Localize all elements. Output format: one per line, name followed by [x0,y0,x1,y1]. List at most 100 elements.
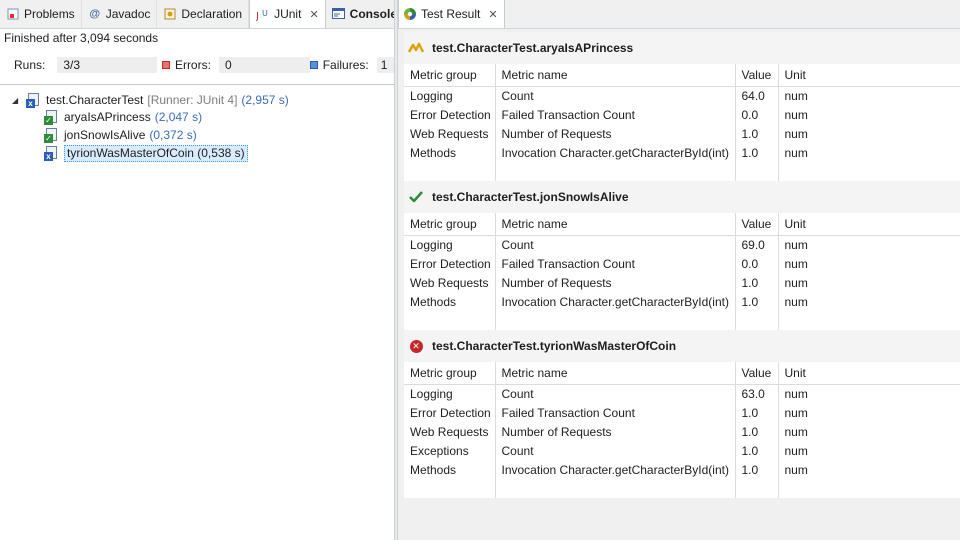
failures-counter: Failures: 1 [310,55,394,75]
metric-unit: num [784,462,808,477]
metrics-table: Metric group Metric name Value Unit Logg… [404,64,960,181]
metric-unit: num [784,107,808,122]
metric-value: 1.0 [735,124,779,143]
collapse-triangle-icon[interactable]: ◢ [12,96,22,105]
failure-icon [310,61,318,69]
junit-icon: JU [256,7,270,21]
test-result-view: Test Result ✕ test.CharacterTest.aryaIsA… [398,0,960,540]
test-passed-icon: ✓ [44,109,60,125]
metric-group: Web Requests [404,422,496,441]
column-header-value: Value [735,213,779,236]
metric-group: Logging [404,86,496,105]
table-header-row: Metric group Metric name Value Unit [404,213,960,236]
column-header-group: Metric group [404,362,496,385]
failures-label: Failures: [322,58,369,72]
metric-name: Number of Requests [495,124,736,143]
test-time: (0,372 s) [149,128,197,142]
tree-item-aryaisaprincess[interactable]: ✓ aryaIsAPrincess (2,047 s) [44,108,202,126]
test-progress-separator [0,84,394,90]
metric-value: 0.0 [735,254,779,273]
table-row: Methods Invocation Character.getCharacte… [404,292,960,311]
metric-value: 63.0 [735,384,779,403]
tab-problems-label: Problems [24,6,75,21]
table-row: Logging Count 69.0 num [404,235,960,254]
table-header-row: Metric group Metric name Value Unit [404,64,960,87]
metric-group: Logging [404,235,496,254]
suite-name: test.CharacterTest [46,93,144,107]
right-tab-bar: Test Result ✕ [398,0,960,29]
test-name: aryaIsAPrincess [64,110,151,124]
column-header-group: Metric group [404,64,496,87]
metric-value: 1.0 [735,441,779,460]
tree-root-row[interactable]: ◢ x test.CharacterTest [Runner: JUnit 4]… [12,91,289,109]
tab-test-result-label: Test Result [421,7,481,21]
metric-name: Invocation Character.getCharacterById(in… [495,292,736,311]
metric-group: Methods [404,143,496,162]
metric-unit: num [784,424,808,439]
result-section-tyrionwasmasterofcoin: ✕ test.CharacterTest.tyrionWasMasterOfCo… [404,330,960,498]
table-row: Error Detection Failed Transaction Count… [404,254,960,273]
section-title: test.CharacterTest.jonSnowIsAlive [432,190,629,204]
table-row: Methods Invocation Character.getCharacte… [404,460,960,479]
suite-time: (2,957 s) [241,93,289,107]
error-icon [162,61,170,69]
errors-label: Errors: [174,58,211,72]
check-icon [408,189,424,205]
selected-test-label[interactable]: tyrionWasMasterOfCoin (0,538 s) [64,144,248,162]
metric-name: Failed Transaction Count [495,403,736,422]
metric-unit: num [784,386,808,401]
tab-declaration[interactable]: Declaration [157,0,250,28]
metric-value: 1.0 [735,273,779,292]
test-passed-icon: ✓ [44,127,60,143]
metric-group: Logging [404,384,496,403]
tab-problems[interactable]: Problems [0,0,82,28]
metric-unit: num [784,256,808,271]
metric-value: 1.0 [735,422,779,441]
junit-view: Problems @ Javadoc Declaration JU JUnit … [0,0,404,540]
table-row: Error Detection Failed Transaction Count… [404,403,960,422]
tree-item-jonsnowisalive[interactable]: ✓ jonSnowIsAlive (0,372 s) [44,126,197,144]
column-header-name: Metric name [495,362,736,385]
console-icon [332,7,346,21]
metric-value: 69.0 [735,235,779,254]
test-result-icon [403,7,417,21]
metric-value: 64.0 [735,86,779,105]
table-row: Error Detection Failed Transaction Count… [404,105,960,124]
test-failed-icon: x [44,145,60,161]
table-header-row: Metric group Metric name Value Unit [404,362,960,385]
tab-console-label: Console [349,6,397,21]
table-row: Web Requests Number of Requests 1.0 num [404,124,960,143]
metric-value: 1.0 [735,143,779,162]
tab-junit[interactable]: JU JUnit ✕ [249,0,326,28]
test-time: (0,538 s) [197,145,245,160]
close-icon[interactable]: ✕ [488,8,497,21]
tab-console[interactable]: Console [326,0,404,28]
section-header: test.CharacterTest.aryaIsAPrincess [404,32,960,64]
test-name: jonSnowIsAlive [64,128,146,142]
result-section-jonsnowisalive: test.CharacterTest.jonSnowIsAlive Metric… [404,181,960,330]
problems-icon [6,7,20,21]
metrics-table: Metric group Metric name Value Unit Logg… [404,213,960,330]
metric-name: Invocation Character.getCharacterById(in… [495,460,736,479]
metric-name: Invocation Character.getCharacterById(in… [495,143,736,162]
tab-test-result[interactable]: Test Result ✕ [398,0,505,28]
column-header-unit: Unit [778,213,960,236]
table-spacer [404,162,960,181]
metric-name: Count [495,441,736,460]
result-section-aryaisaprincess: test.CharacterTest.aryaIsAPrincess Metri… [404,32,960,181]
metric-unit: num [784,237,808,252]
metric-group: Error Detection [404,105,496,124]
column-header-value: Value [735,362,779,385]
table-row: Methods Invocation Character.getCharacte… [404,143,960,162]
metric-group: Error Detection [404,254,496,273]
errors-counter: Errors: 0 [160,55,310,75]
section-header: test.CharacterTest.jonSnowIsAlive [404,181,960,213]
svg-text:J: J [256,11,259,21]
close-icon[interactable]: ✕ [309,8,318,21]
error-icon: ✕ [408,338,424,354]
tab-javadoc[interactable]: @ Javadoc [82,0,158,28]
tree-item-tyrionwasmasterofcoin[interactable]: x tyrionWasMasterOfCoin (0,538 s) [44,144,248,162]
metric-group: Methods [404,292,496,311]
metric-value: 1.0 [735,460,779,479]
tab-declaration-label: Declaration [181,6,243,21]
